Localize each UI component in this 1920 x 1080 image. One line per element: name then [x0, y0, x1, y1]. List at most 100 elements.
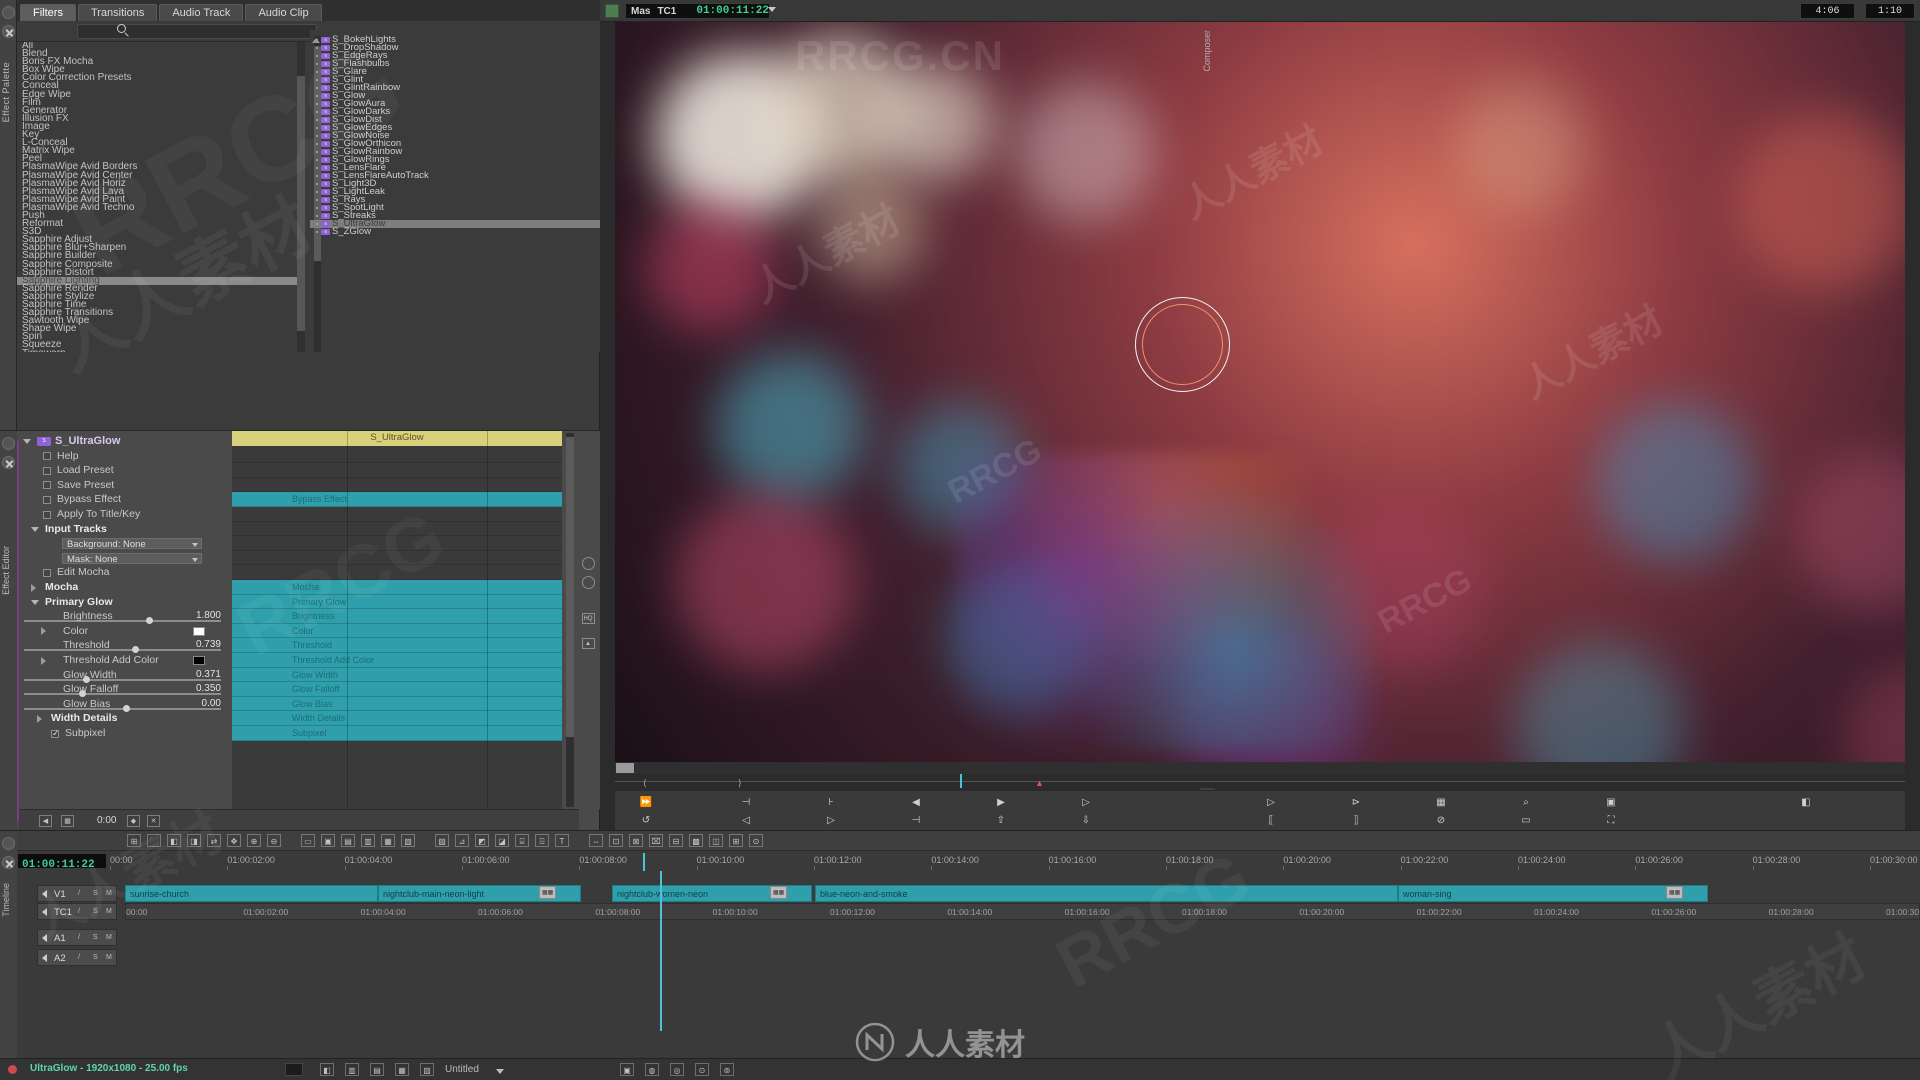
parameter-row[interactable]: Mask: None: [19, 551, 229, 566]
parameter-value[interactable]: 0.00: [202, 697, 221, 712]
collapse-triangle-icon[interactable]: [31, 599, 39, 605]
parameter-value[interactable]: 0.739: [196, 638, 221, 653]
expand-triangle-icon[interactable]: [41, 627, 46, 636]
parameter-slider[interactable]: [24, 690, 221, 698]
btn-next-edit[interactable]: ▷: [820, 813, 842, 828]
project-chevron-icon[interactable]: [496, 1069, 504, 1074]
parameter-row[interactable]: Mocha: [19, 580, 229, 595]
parameter-row[interactable]: Primary Glow: [19, 595, 229, 610]
effect-parameter-list[interactable]: S S_UltraGlow Help Load Preset Save Preset By…: [19, 431, 229, 809]
monitor-position-bar[interactable]: ⟨ ⟩ ▲: [615, 774, 1905, 788]
timeline-tool-17[interactable]: ◪: [495, 834, 509, 847]
keyframe-band[interactable]: Threshold: [232, 638, 562, 653]
timeline-tool-19[interactable]: ⌹: [535, 834, 549, 847]
track-solo-icon[interactable]: /: [78, 954, 80, 961]
composer-timecode-box[interactable]: Mas TC1 01:00:11:22: [625, 3, 770, 19]
parameter-checkbox[interactable]: [43, 495, 51, 504]
parameter-row[interactable]: Load Preset: [19, 463, 229, 478]
status-icon-10[interactable]: ⊚: [720, 1063, 734, 1076]
zoom-in-icon[interactable]: [581, 557, 595, 570]
status-icon-1[interactable]: ◧: [320, 1063, 334, 1076]
status-icon-8[interactable]: ◎: [670, 1063, 684, 1076]
btn-prev-edit[interactable]: ◁: [735, 813, 757, 828]
effect-category-list[interactable]: All Blend Boris FX Mocha Box Wipe Color Corr…: [17, 42, 297, 352]
position-indicator[interactable]: [960, 774, 962, 788]
parameter-row[interactable]: Edit Mocha: [19, 565, 229, 580]
timeline-timecode-box[interactable]: 01:00:11:22: [17, 853, 107, 871]
category-scrollbar-thumb[interactable]: [297, 76, 305, 331]
keyframe-band[interactable]: [232, 477, 562, 493]
palette-menu-icon[interactable]: [1, 6, 15, 19]
palette-close-icon[interactable]: [1, 25, 15, 38]
keyframe-band[interactable]: [232, 507, 562, 522]
mark-in-icon[interactable]: ⟨: [643, 778, 647, 789]
keyframe-band[interactable]: Mocha: [232, 580, 562, 595]
track-header-v1[interactable]: V1 / S M: [37, 885, 117, 902]
parameter-row[interactable]: Threshold 0.739: [19, 638, 229, 654]
timeline-tool-22[interactable]: ⊡: [609, 834, 623, 847]
parameter-row[interactable]: Apply To Title/Key: [19, 507, 229, 522]
keyframe-band[interactable]: Brightness: [232, 609, 562, 624]
btn-mark-in[interactable]: ⊣: [735, 795, 757, 810]
keyframe-prev-icon[interactable]: ◀: [39, 815, 52, 827]
keyframe-band[interactable]: Glow Falloff: [232, 682, 562, 697]
timeline-tool-3[interactable]: ◨: [187, 834, 201, 847]
locator-marker[interactable]: ▲: [1035, 778, 1044, 788]
track-monitor-icon[interactable]: [42, 934, 47, 942]
timeline-tool-28[interactable]: ⊞: [729, 834, 743, 847]
btn-quality[interactable]: ◧: [1795, 795, 1817, 810]
timeline-tool-2[interactable]: ◧: [167, 834, 181, 847]
keyframe-band[interactable]: Subpixel: [232, 726, 562, 741]
btn-rect[interactable]: ▭: [1515, 813, 1537, 828]
keyframe-graph[interactable]: S_UltraGlow Bypass Effect Mocha Primary Glo…: [232, 431, 562, 809]
timeline-tool-16[interactable]: ◩: [475, 834, 489, 847]
parameter-row[interactable]: Brightness 1.800: [19, 609, 229, 625]
btn-mark-clip[interactable]: ⊦: [820, 795, 842, 810]
timeline-toolbar[interactable]: ⊞ ⬛ ◧ ◨ ⇄ ✥ ⊕ ⊖ ▭ ▣ ▤ ▥ ▦ ▧ ▨ ⊿ ◩ ◪ ⌸ ⌹ T ⇔ ⊡ ⊠ ⌧ ⊟ ▩ ◫ ⊞ ⊙: [17, 831, 1920, 851]
parameter-row[interactable]: Bypass Effect: [19, 492, 229, 507]
timeline-ruler[interactable]: 00:00 01:00:02:00 01:00:04:00 01:00:06:00 01…: [110, 853, 1920, 870]
parameter-row[interactable]: Save Preset: [19, 478, 229, 493]
effect-category-item[interactable]: Timewarp: [17, 348, 297, 352]
parameter-slider[interactable]: [24, 704, 221, 712]
parameter-row[interactable]: Subpixel: [19, 726, 229, 741]
timeline-tracks[interactable]: V1 / S M TC1 / S M A1 / S M A2 / S Msunrise-church night…: [17, 871, 1920, 1031]
timeline-tool-5[interactable]: ✥: [227, 834, 241, 847]
track-s-icon[interactable]: S: [93, 954, 98, 961]
timeline-tool-0[interactable]: ⊞: [127, 834, 141, 847]
parameter-color-swatch[interactable]: [193, 656, 205, 665]
parameter-checkbox[interactable]: [43, 466, 51, 475]
timeline-tool-23[interactable]: ⊠: [629, 834, 643, 847]
pointer-icon[interactable]: ▲: [581, 638, 595, 649]
btn-step-back[interactable]: ◀: [905, 795, 927, 810]
timeline-tool-15[interactable]: ⊿: [455, 834, 469, 847]
effect-category-item[interactable]: Edge Wipe: [17, 89, 297, 99]
timeline-clip[interactable]: blue-neon-and-smoke: [815, 885, 1398, 902]
keyframe-band[interactable]: Glow Width: [232, 667, 562, 683]
parameter-value[interactable]: 1.800: [196, 609, 221, 624]
btn-zoom[interactable]: ⌕: [1515, 795, 1537, 810]
parameter-row[interactable]: Width Details: [19, 711, 229, 726]
parameter-slider[interactable]: [24, 617, 221, 625]
track-header-a2[interactable]: A2 / S M: [37, 949, 117, 966]
track-s-icon[interactable]: S: [93, 934, 98, 941]
track-solo-icon[interactable]: /: [78, 890, 80, 897]
effect-category-item[interactable]: Color Correction Presets: [17, 73, 297, 83]
keyframe-band[interactable]: Width Details: [232, 711, 562, 726]
timeline-tool-26[interactable]: ▩: [689, 834, 703, 847]
status-icon-5[interactable]: ▧: [420, 1063, 434, 1076]
keyframe-band[interactable]: [232, 565, 562, 580]
track-m-icon[interactable]: M: [106, 954, 112, 961]
parameter-color-swatch[interactable]: [193, 626, 205, 636]
parameter-dropdown[interactable]: Mask: None: [62, 552, 202, 565]
parameter-checkbox[interactable]: [43, 568, 51, 577]
effect-category-item[interactable]: Image: [17, 121, 297, 131]
keyframe-band[interactable]: Bypass Effect: [232, 492, 562, 507]
effect-category-item[interactable]: Shape Wipe: [17, 324, 297, 334]
timeline-tool-13[interactable]: ▧: [401, 834, 415, 847]
monitor-scrollbar-thumb[interactable]: [616, 763, 634, 773]
clip-effect-badge[interactable]: ▦▦: [1666, 886, 1684, 899]
parameter-row[interactable]: Glow Bias 0.00: [19, 697, 229, 712]
timeline-clip[interactable]: woman-sing: [1398, 885, 1708, 902]
composer-menu-icon[interactable]: [605, 4, 619, 18]
